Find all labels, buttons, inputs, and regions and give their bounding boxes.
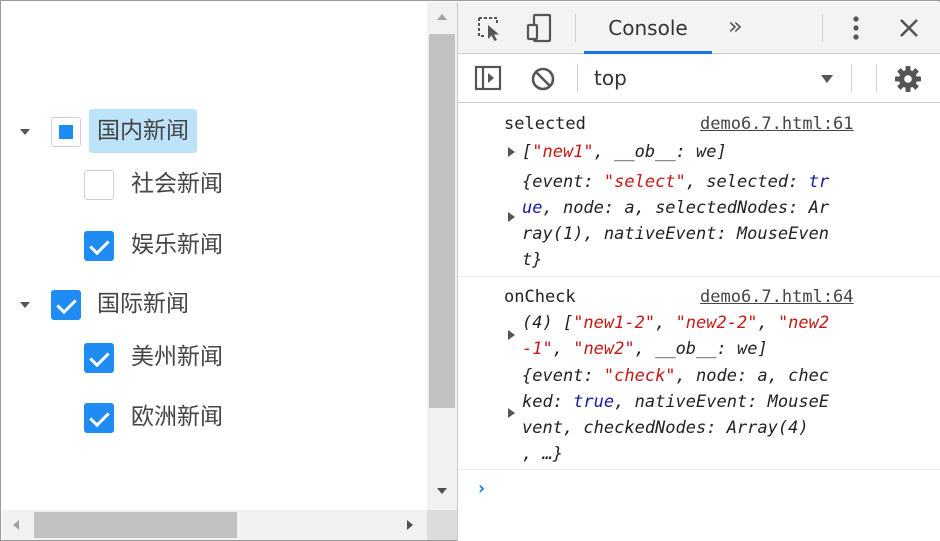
scroll-up-icon[interactable] <box>437 14 447 20</box>
devtools-panel: Console » top selected demo6.7.html:61 [… <box>457 2 940 541</box>
object-preview[interactable]: {event: "select", selected: tr ue, node:… <box>522 169 829 273</box>
source-link[interactable]: demo6.7.html:61 <box>700 111 854 137</box>
toolbar-divider <box>876 64 877 92</box>
tree-checkbox-domestic[interactable] <box>51 117 81 147</box>
scrollbar-corner <box>427 510 457 540</box>
tree-checkbox-society[interactable] <box>84 170 114 200</box>
vertical-scrollbar[interactable] <box>427 2 457 510</box>
expand-arrow-icon[interactable] <box>508 147 515 157</box>
tree-node-title[interactable]: 欧洲新闻 <box>123 395 231 439</box>
caret-down-icon[interactable] <box>20 302 30 308</box>
page-content: 国内新闻 社会新闻 娱乐新闻 国际新闻 美州新闻 欧洲新闻 <box>2 2 427 510</box>
inspect-element-icon[interactable] <box>476 15 504 41</box>
tree-node-title[interactable]: 国内新闻 <box>89 109 197 153</box>
tree-node-title[interactable]: 国际新闻 <box>89 282 197 326</box>
tree-node-title[interactable]: 社会新闻 <box>123 162 231 206</box>
tree-checkbox-americas[interactable] <box>84 343 114 373</box>
console-prompt[interactable]: › <box>476 478 487 499</box>
tree-node-title[interactable]: 美州新闻 <box>123 335 231 379</box>
console-sidebar-icon[interactable] <box>474 65 502 91</box>
browser-window: 国内新闻 社会新闻 娱乐新闻 国际新闻 美州新闻 欧洲新闻 Console » … <box>0 0 940 541</box>
horizontal-scrollbar[interactable] <box>2 510 427 540</box>
gear-icon[interactable] <box>894 65 922 93</box>
toolbar-divider <box>575 14 576 42</box>
tree-checkbox-entertainment[interactable] <box>84 231 114 261</box>
log-label: selected <box>504 114 586 134</box>
vertical-scroll-thumb[interactable] <box>429 34 455 408</box>
more-options-icon[interactable] <box>846 14 866 42</box>
expand-arrow-icon[interactable] <box>508 330 515 340</box>
scroll-left-icon[interactable] <box>13 520 19 530</box>
array-preview[interactable]: ["new1", __ob__: we] <box>522 139 727 165</box>
clear-console-icon[interactable] <box>530 66 556 92</box>
expand-arrow-icon[interactable] <box>508 212 515 222</box>
entry-divider <box>458 469 940 470</box>
tree-checkbox-international[interactable] <box>51 290 81 320</box>
tab-console[interactable]: Console <box>584 2 712 54</box>
context-selector[interactable]: top <box>594 54 627 103</box>
tree-checkbox-europe[interactable] <box>84 403 114 433</box>
scroll-down-icon[interactable] <box>437 488 447 494</box>
close-icon[interactable] <box>898 17 920 39</box>
log-label: onCheck <box>504 287 576 307</box>
toolbar-divider <box>851 64 852 92</box>
toolbar-divider <box>577 64 578 92</box>
scroll-right-icon[interactable] <box>407 520 413 530</box>
chevron-down-icon[interactable] <box>821 75 833 83</box>
toolbar-divider <box>822 14 823 42</box>
expand-arrow-icon[interactable] <box>508 408 515 418</box>
object-preview[interactable]: {event: "check", node: a, chec ked: true… <box>522 363 829 467</box>
horizontal-scroll-thumb[interactable] <box>34 512 237 538</box>
tree-node-title[interactable]: 娱乐新闻 <box>123 223 231 267</box>
entry-divider <box>458 276 940 277</box>
device-toolbar-icon[interactable] <box>526 13 554 43</box>
console-toolbar: top <box>458 54 940 103</box>
caret-down-icon[interactable] <box>20 129 30 135</box>
array-preview[interactable]: (4) ["new1-2", "new2-2", "new2 -1", "new… <box>522 310 829 362</box>
devtools-tabbar: Console » <box>458 2 940 54</box>
more-tabs-button[interactable]: » <box>728 10 743 42</box>
source-link[interactable]: demo6.7.html:64 <box>700 284 854 310</box>
